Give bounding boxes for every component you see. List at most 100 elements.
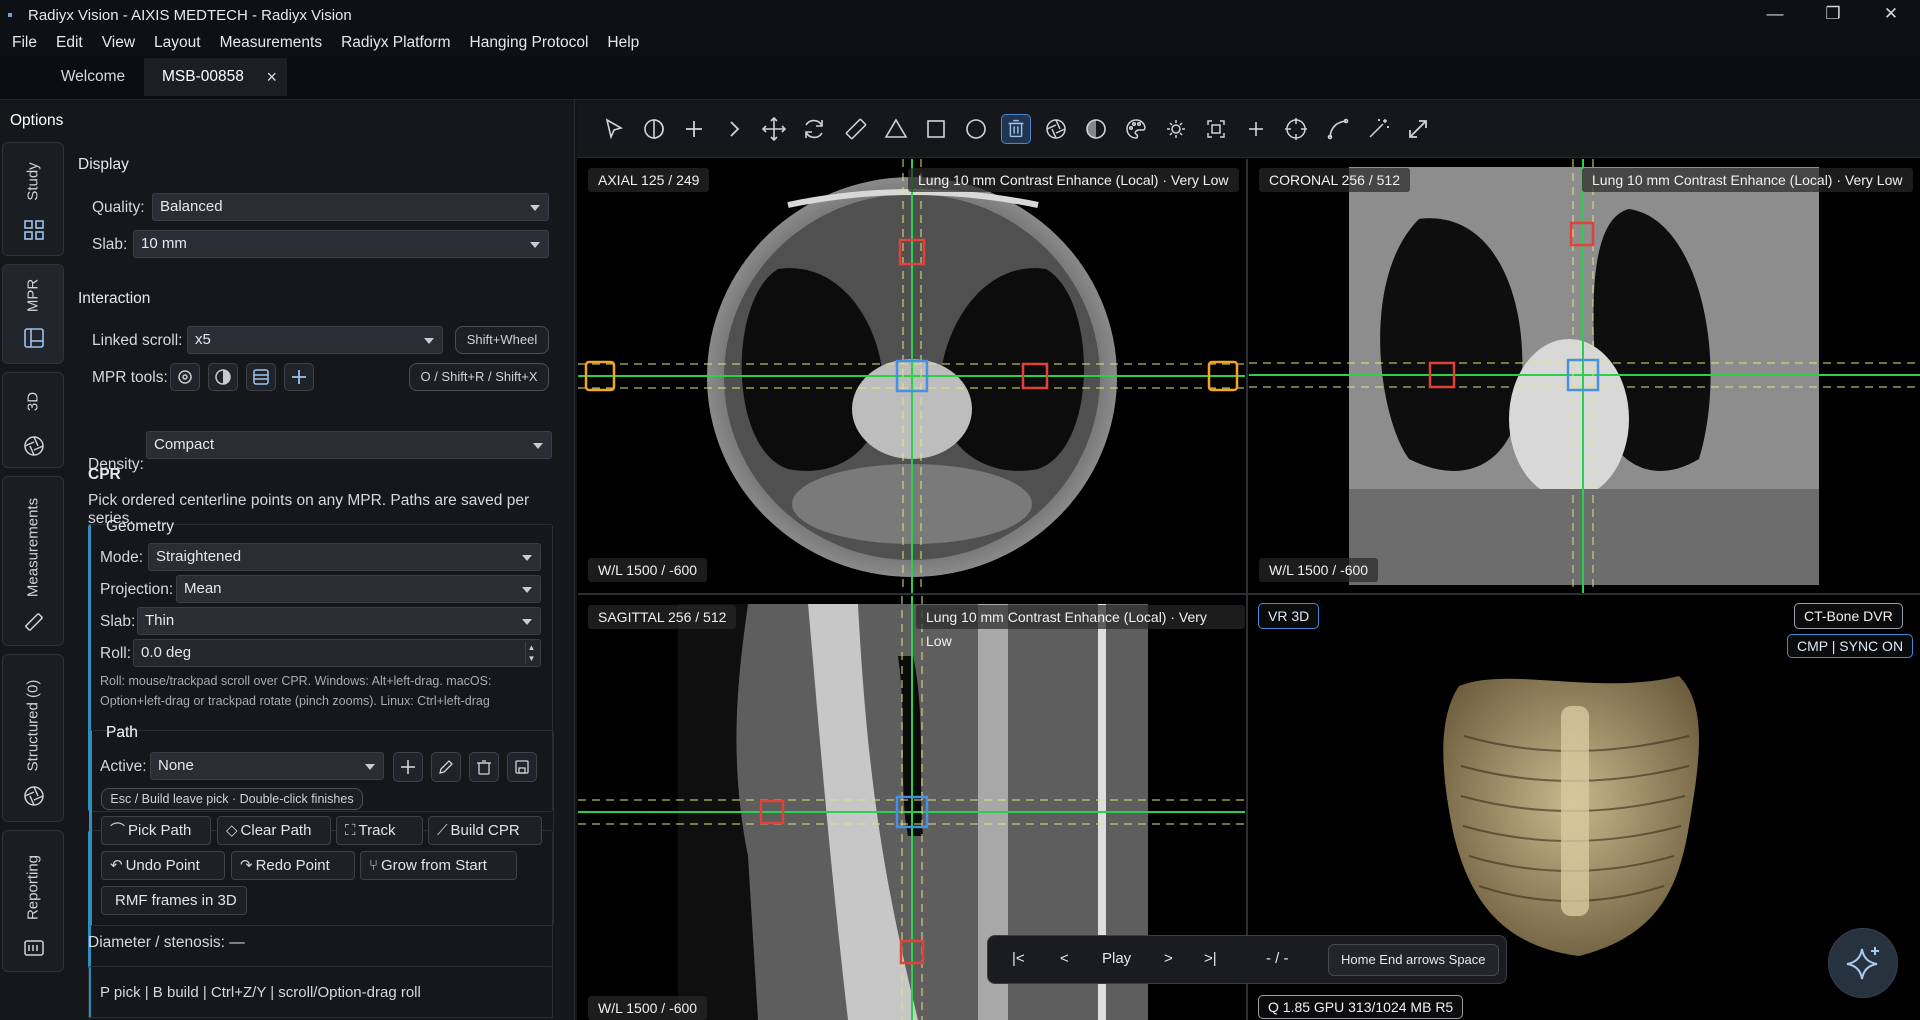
pick-path-label: Pick Path — [128, 822, 192, 839]
options-title: Options — [10, 112, 64, 129]
slab-tool-button[interactable] — [246, 363, 276, 391]
cpr-slab-value: Thin — [145, 612, 175, 629]
keys-hint: Home End arrows Space — [1328, 944, 1499, 976]
delete-path-button[interactable] — [469, 752, 499, 782]
vtab-measurements[interactable]: Measurements — [2, 476, 64, 646]
chevron-down-icon — [424, 338, 434, 344]
last-frame-button[interactable]: >| — [1204, 950, 1217, 967]
play-button[interactable]: Play — [1102, 950, 1131, 967]
undo-point-label: Undo Point — [125, 857, 200, 874]
edit-path-button[interactable] — [431, 752, 461, 782]
menu-layout[interactable]: Layout — [154, 34, 201, 52]
add-path-button[interactable] — [393, 752, 423, 782]
crosshair-icon[interactable] — [1281, 114, 1311, 144]
tab-study[interactable]: MSB-00858 × — [144, 58, 287, 96]
quality-select[interactable]: Balanced — [152, 193, 549, 221]
axial-viewport[interactable]: AXIAL 125 / 249 Lung 10 mm Contrast Enha… — [578, 159, 1245, 593]
spinner-arrows-icon[interactable]: ▲ ▼ — [525, 642, 537, 664]
grow-from-start-label: Grow from Start — [381, 857, 487, 874]
menu-radiyx-platform[interactable]: Radiyx Platform — [341, 34, 450, 52]
vtab-study[interactable]: Study — [2, 142, 64, 256]
clear-path-button[interactable]: ◇ Clear Path — [217, 816, 331, 845]
plus-icon[interactable] — [1241, 114, 1271, 144]
next-frame-button[interactable]: > — [1164, 950, 1173, 967]
vr-label: VR 3D — [1258, 603, 1320, 629]
tab-welcome[interactable]: Welcome — [28, 58, 158, 96]
viewport-divider-horizontal — [578, 593, 1920, 595]
track-button[interactable]: ⛶ Track — [336, 816, 423, 845]
vr-preset-badge[interactable]: CT-Bone DVR — [1794, 603, 1903, 629]
active-path-select[interactable]: None — [150, 752, 384, 780]
vtab-mpr[interactable]: MPR — [2, 264, 64, 364]
linked-scroll-select[interactable]: x5 — [187, 326, 443, 354]
ai-assistant-button[interactable] — [1828, 928, 1898, 998]
trash-icon[interactable] — [1001, 114, 1031, 144]
angle-icon[interactable] — [881, 114, 911, 144]
crosshair-tool-button[interactable] — [284, 363, 314, 391]
vtab-3d[interactable]: 3D — [2, 372, 64, 468]
first-frame-button[interactable]: |< — [1012, 950, 1025, 967]
palette-icon[interactable] — [1121, 114, 1151, 144]
trash-icon — [477, 760, 491, 775]
prev-frame-button[interactable]: < — [1060, 950, 1069, 967]
menu-edit[interactable]: Edit — [56, 34, 83, 52]
ellipse-icon[interactable] — [961, 114, 991, 144]
rectangle-icon[interactable] — [921, 114, 951, 144]
axial-info: Lung 10 mm Contrast Enhance (Local) · Ve… — [908, 168, 1239, 192]
rotate-tool-button[interactable] — [170, 363, 200, 391]
cpr-heading: CPR — [88, 466, 121, 483]
vtab-structured[interactable]: Structured (0) — [2, 654, 64, 822]
curve-path-icon[interactable] — [1323, 114, 1353, 144]
expand-icon[interactable] — [1403, 114, 1433, 144]
menu-file[interactable]: File — [12, 34, 37, 52]
brightness-icon[interactable] — [1161, 114, 1191, 144]
chevron-down-icon — [530, 242, 540, 248]
rmf-frames-button[interactable]: RMF frames in 3D — [101, 886, 247, 915]
aperture-icon[interactable] — [1041, 114, 1071, 144]
fit-screen-icon[interactable] — [1201, 114, 1231, 144]
contrast-icon[interactable] — [639, 114, 669, 144]
coronal-window-level: W/L 1500 / -600 — [1259, 558, 1379, 582]
geometry-heading: Geometry — [106, 518, 175, 535]
density-select[interactable]: Compact — [146, 431, 552, 459]
refresh-icon[interactable] — [799, 114, 829, 144]
close-window-button[interactable]: ✕ — [1862, 0, 1920, 30]
plus-icon — [292, 370, 306, 384]
tab-close-icon[interactable]: × — [266, 58, 277, 96]
vr-sync-badge[interactable]: CMP | SYNC ON — [1787, 634, 1914, 658]
vtab-reporting[interactable]: Reporting — [2, 830, 64, 972]
eraser-icon: ◇ — [226, 822, 238, 839]
plus-icon[interactable] — [679, 114, 709, 144]
pointer-icon[interactable] — [599, 114, 629, 144]
roll-spinbox[interactable]: 0.0 deg ▲ ▼ — [133, 639, 541, 667]
build-cpr-button[interactable]: ⟋ Build CPR — [428, 816, 542, 845]
aperture-icon — [24, 786, 44, 806]
coronal-viewport[interactable]: CORONAL 256 / 512 Lung 10 mm Contrast En… — [1249, 159, 1920, 593]
redo-point-button[interactable]: ↷ Redo Point — [231, 851, 355, 880]
redo-icon: ↷ — [240, 857, 253, 874]
magic-wand-icon[interactable] — [1363, 114, 1393, 144]
undo-point-button[interactable]: ↶ Undo Point — [101, 851, 225, 880]
grow-from-start-button[interactable]: ⑂ Grow from Start — [360, 851, 517, 880]
slab-select[interactable]: 10 mm — [133, 230, 549, 258]
projection-select[interactable]: Mean — [176, 575, 541, 603]
menu-measurements[interactable]: Measurements — [220, 34, 323, 52]
chevron-right-icon[interactable] — [719, 114, 749, 144]
coronal-label: CORONAL 256 / 512 — [1259, 168, 1410, 192]
mode-select[interactable]: Straightened — [148, 543, 541, 571]
ruler-icon[interactable] — [841, 114, 871, 144]
tab-study-label: MSB-00858 — [162, 68, 244, 85]
contrast-icon[interactable] — [1081, 114, 1111, 144]
rotate-icon — [178, 370, 192, 384]
window-level-tool-button[interactable] — [208, 363, 238, 391]
chevron-down-icon — [522, 555, 532, 561]
move-icon[interactable] — [759, 114, 789, 144]
pick-path-button[interactable]: ⌒ Pick Path — [101, 816, 211, 845]
save-path-button[interactable] — [507, 752, 537, 782]
restore-button[interactable]: ❐ — [1804, 0, 1862, 30]
menu-view[interactable]: View — [102, 34, 135, 52]
minimize-button[interactable]: — — [1746, 0, 1804, 30]
cpr-slab-select[interactable]: Thin — [137, 607, 541, 635]
menu-hanging-protocol[interactable]: Hanging Protocol — [470, 34, 589, 52]
menu-help[interactable]: Help — [607, 34, 639, 52]
